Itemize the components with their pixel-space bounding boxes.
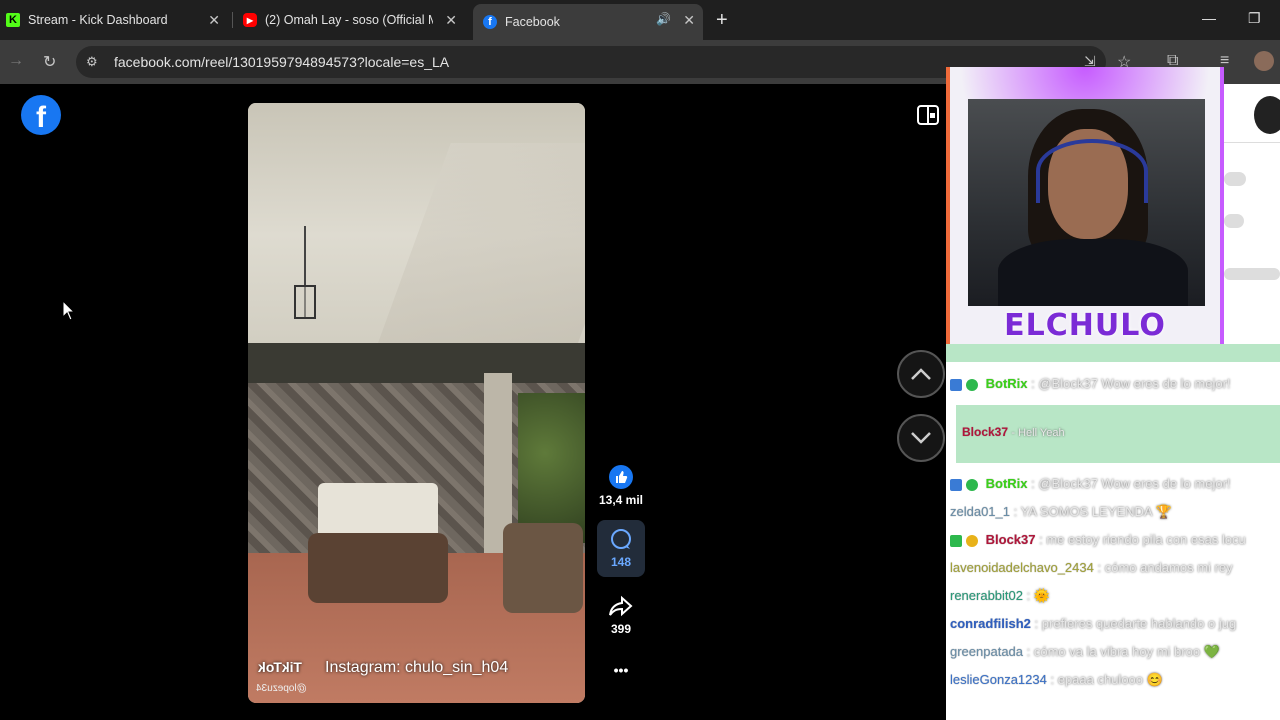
tab-facebook[interactable]: f Facebook 🔊 ✕	[473, 4, 703, 40]
placeholder-bar	[1224, 172, 1246, 186]
chat-message: greenpatada : cómo va la vibra hoy mi br…	[950, 644, 1220, 660]
comment-action[interactable]: 148	[597, 520, 645, 577]
chat-message: zelda01_1 : YA SOMOS LEYENDA 🏆	[950, 504, 1172, 520]
chat-username[interactable]: BotRix	[986, 376, 1028, 391]
tab-kick-dashboard[interactable]: K Stream - Kick Dashboard ✕	[6, 4, 228, 36]
chat-header-bar	[946, 344, 1280, 362]
chat-text: - Hell Yeah	[1011, 427, 1065, 439]
tab-label: Facebook	[505, 15, 560, 29]
chat-message: BotRix : @Block37 Wow eres de lo mejor!	[950, 376, 1231, 391]
bot-badge-icon	[950, 378, 962, 391]
chat-message: Block37 : me estoy riendo pila con esas …	[950, 532, 1246, 547]
previous-reel-button[interactable]	[897, 350, 945, 398]
chat-username[interactable]: zelda01_1	[950, 504, 1010, 519]
chevron-up-icon	[911, 368, 931, 380]
chat-message: leslieGonza1234 : epaaa chulooo 😊	[950, 672, 1163, 688]
close-tab-icon[interactable]: ✕	[208, 12, 220, 28]
chat-username[interactable]: greenpatada	[950, 644, 1023, 659]
headset-icon	[1036, 139, 1148, 203]
video-beam	[248, 343, 585, 383]
chat-username[interactable]: Block37	[962, 425, 1008, 439]
minimize-icon[interactable]: —	[1202, 10, 1216, 26]
like-icon	[609, 465, 633, 489]
verified-badge-icon	[966, 378, 978, 391]
chat-username[interactable]: BotRix	[986, 476, 1028, 491]
chat-text: : @Block37 Wow eres de lo mejor!	[1031, 476, 1231, 491]
chat-username[interactable]: renerabbit02	[950, 588, 1023, 603]
tab-label: Stream - Kick Dashboard	[28, 13, 168, 27]
tab-separator	[232, 12, 233, 28]
webcam-shirt	[998, 239, 1188, 306]
chandelier-icon	[294, 226, 316, 319]
chat-username[interactable]: Block37	[986, 532, 1036, 547]
chat-message: BotRix : @Block37 Wow eres de lo mejor!	[950, 476, 1231, 491]
like-action[interactable]: 13,4 mil	[597, 465, 645, 507]
video-armchair	[503, 523, 583, 613]
chevron-down-icon	[911, 432, 931, 444]
chat-text: : cómo va la vibra hoy mi broo 💚	[1026, 644, 1220, 659]
gifter-badge-icon	[966, 534, 978, 547]
facebook-icon: f	[483, 15, 497, 29]
video-plants	[518, 393, 585, 543]
next-reel-button[interactable]	[897, 414, 945, 462]
chat-text: : @Block37 Wow eres de lo mejor!	[1031, 376, 1231, 391]
chat-username[interactable]: conradfilish2	[950, 616, 1031, 631]
speaker-icon[interactable]: 🔊	[656, 12, 671, 26]
tiktok-watermark: TikTok	[258, 659, 302, 675]
youtube-icon: ▶	[243, 13, 257, 27]
site-info-icon[interactable]: ⚙	[86, 54, 98, 70]
new-tab-icon[interactable]: +	[716, 9, 728, 32]
url-text: facebook.com/reel/1301959794894573?local…	[114, 54, 450, 70]
reload-icon[interactable]: ↻	[43, 52, 56, 72]
subscriber-badge-icon	[950, 534, 962, 547]
comment-icon	[611, 529, 631, 549]
webcam-feed	[968, 99, 1205, 306]
maximize-icon[interactable]: ❐	[1248, 10, 1261, 27]
browser-tab-bar: K Stream - Kick Dashboard ✕ ▶ (2) Omah L…	[0, 0, 1280, 40]
forward-icon[interactable]: →	[8, 52, 24, 70]
close-tab-icon[interactable]: ✕	[445, 12, 457, 28]
mouse-cursor-icon	[62, 300, 76, 321]
facebook-right-panel	[1224, 84, 1280, 344]
chat-text: : prefieres quedarte hablando o jug	[1034, 616, 1237, 631]
comment-count: 148	[610, 555, 632, 569]
picture-in-picture-icon[interactable]	[917, 104, 939, 126]
video-caption: Instagram: chulo_sin_h04	[325, 659, 509, 676]
divider	[1224, 142, 1280, 143]
chat-message: Block37 - Hell Yeah	[962, 425, 1065, 439]
profile-avatar[interactable]	[1254, 51, 1274, 71]
chat-text: : 🌞	[1026, 588, 1051, 603]
chat-message: conradfilish2 : prefieres quedarte habla…	[950, 616, 1236, 631]
more-options-icon[interactable]: •••	[597, 662, 645, 678]
share-icon	[609, 595, 633, 617]
video-coffee-table	[308, 533, 448, 603]
chat-text: : cómo andamos mi rey	[1097, 560, 1233, 575]
placeholder-bar	[1224, 268, 1280, 280]
share-action[interactable]: 399	[597, 595, 645, 636]
verified-badge-icon	[966, 478, 978, 491]
bot-badge-icon	[950, 478, 962, 491]
share-count: 399	[610, 622, 632, 636]
profile-avatar[interactable]	[1254, 96, 1280, 134]
chat-username[interactable]: lavenoidadelchavo_2434	[950, 560, 1094, 575]
tiktok-user: @lopezu34	[256, 683, 307, 694]
placeholder-bar	[1224, 214, 1244, 228]
chat-message: lavenoidadelchavo_2434 : cómo andamos mi…	[950, 560, 1233, 575]
facebook-logo-icon[interactable]: f	[21, 95, 61, 135]
kick-icon: K	[6, 13, 20, 27]
chat-text: : YA SOMOS LEYENDA 🏆	[1013, 504, 1172, 519]
reel-video[interactable]: TikTok @lopezu34 Instagram: chulo_sin_h0…	[248, 103, 585, 703]
chat-message: renerabbit02 : 🌞	[950, 588, 1050, 604]
chat-username[interactable]: leslieGonza1234	[950, 672, 1047, 687]
streamer-brand-name: ELCHULO	[1004, 308, 1166, 343]
chat-text: : epaaa chulooo 😊	[1050, 672, 1163, 687]
tab-label: (2) Omah Lay - soso (Official M	[265, 13, 433, 27]
tab-youtube[interactable]: ▶ (2) Omah Lay - soso (Official M ✕	[243, 4, 465, 36]
close-tab-icon[interactable]: ✕	[683, 12, 695, 28]
like-count: 13,4 mil	[598, 493, 644, 507]
chat-text: : me estoy riendo pila con esas locu	[1039, 532, 1246, 547]
